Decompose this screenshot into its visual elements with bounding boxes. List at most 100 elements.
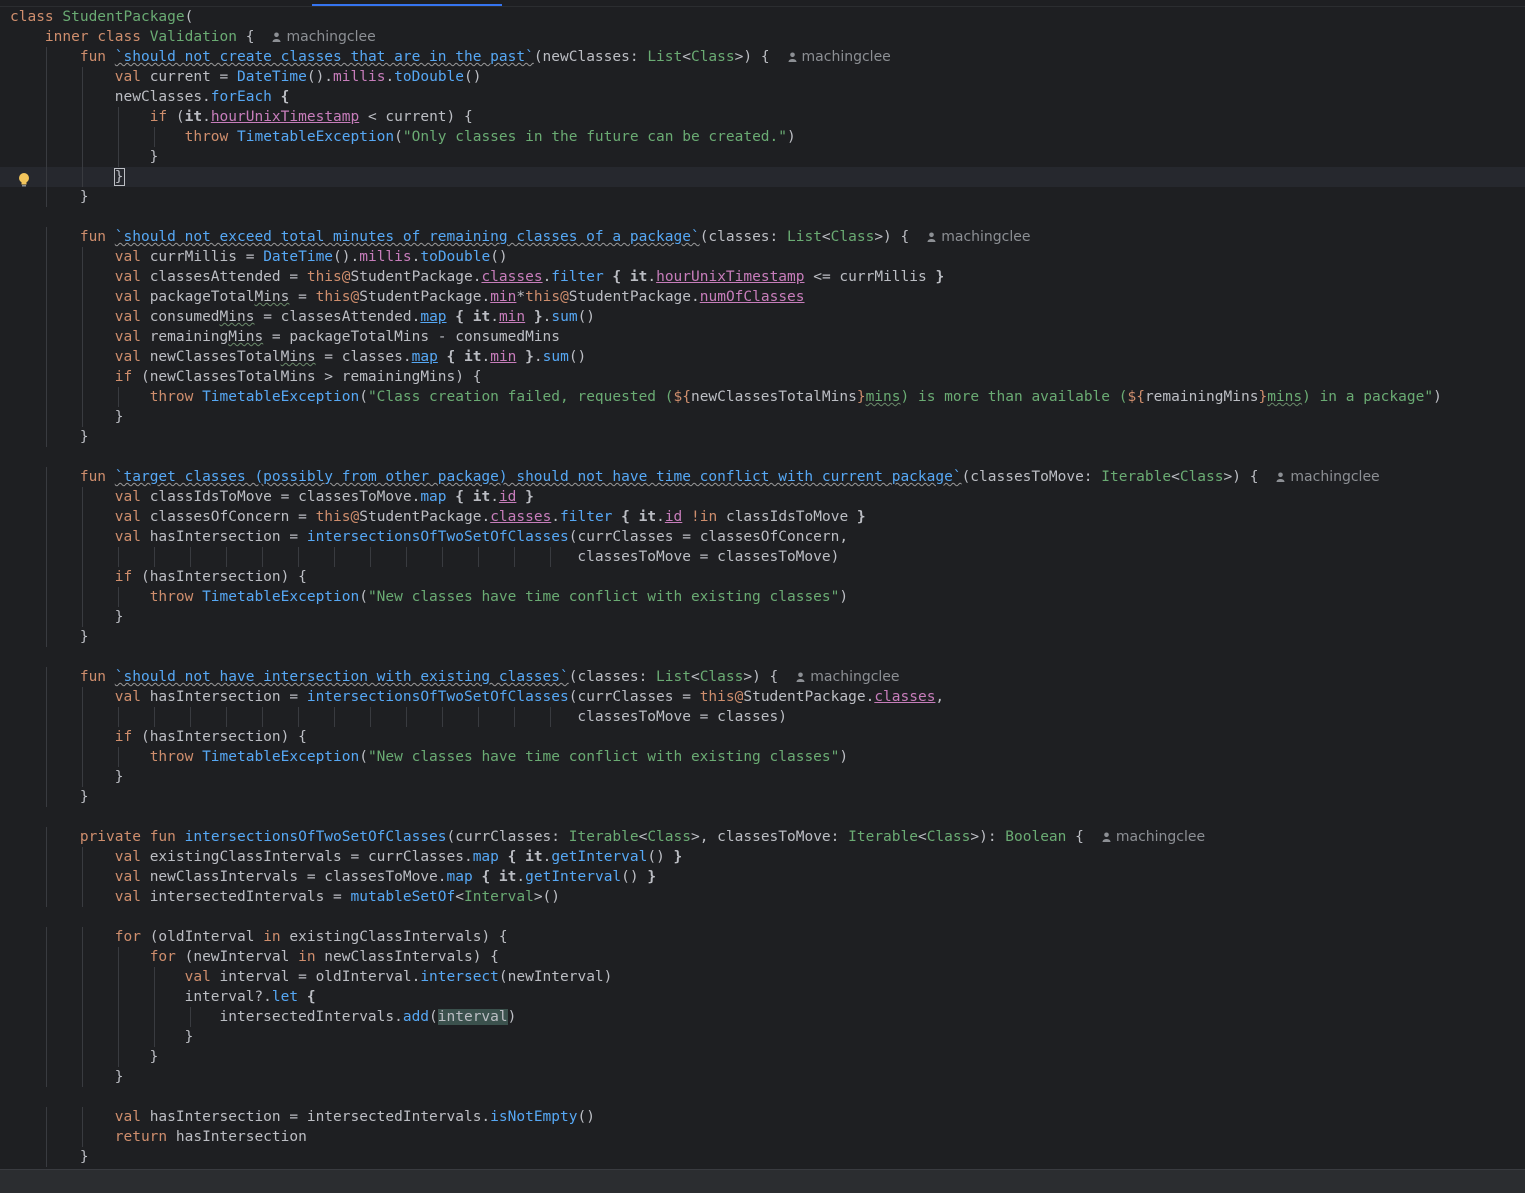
code-line[interactable]: class StudentPackage( — [0, 7, 1525, 27]
code-line[interactable]: for (oldInterval in existingClassInterva… — [0, 927, 1525, 947]
code-line[interactable]: } — [0, 607, 1525, 627]
author-hint[interactable]: machingclee — [927, 229, 1030, 245]
code-line[interactable]: classesToMove = classes) — [0, 707, 1525, 727]
user-icon — [272, 32, 281, 42]
code-text: } — [10, 789, 89, 805]
code-line[interactable]: } — [0, 167, 1525, 187]
code-line[interactable]: for (newInterval in newClassIntervals) { — [0, 947, 1525, 967]
code-line[interactable]: classesToMove = classesToMove) — [0, 547, 1525, 567]
code-line[interactable]: } — [0, 147, 1525, 167]
code-line[interactable]: } — [0, 767, 1525, 787]
author-hint[interactable]: machingclee — [1276, 469, 1380, 485]
lightbulb-icon[interactable] — [18, 172, 30, 188]
code-line[interactable]: val classIdsToMove = classesToMove.map {… — [0, 487, 1525, 507]
code-editor[interactable]: class StudentPackage( inner class Valida… — [0, 7, 1525, 1169]
code-line[interactable]: val currMillis = DateTime().millis.toDou… — [0, 247, 1525, 267]
code-line[interactable]: val interval = oldInterval.intersect(new… — [0, 967, 1525, 987]
author-hint[interactable]: machingclee — [788, 49, 891, 65]
code-line[interactable]: val newClassIntervals = classesToMove.ma… — [0, 867, 1525, 887]
code-text: } — [10, 1049, 159, 1065]
user-icon — [1276, 472, 1285, 482]
code-text: throw TimetableException("New classes ha… — [149, 589, 849, 605]
code-text: return hasIntersection — [114, 1129, 307, 1145]
code-line[interactable]: if (hasIntersection) { — [0, 567, 1525, 587]
code-line[interactable]: val classesOfConcern = this@StudentPacka… — [0, 507, 1525, 527]
code-line[interactable]: newClasses.forEach { — [0, 87, 1525, 107]
code-line[interactable]: if (it.hourUnixTimestamp < current) { — [0, 107, 1525, 127]
code-line[interactable]: } — [0, 1027, 1525, 1047]
code-text: newClasses.forEach { — [10, 89, 290, 105]
code-line[interactable]: } — [0, 427, 1525, 447]
code-line[interactable]: val hasIntersection = intersectionsOfTwo… — [0, 527, 1525, 547]
code-line[interactable]: val newClassesTotalMins = classes.map { … — [0, 347, 1525, 367]
code-line[interactable]: } — [0, 187, 1525, 207]
code-line[interactable]: } — [0, 627, 1525, 647]
code-line[interactable]: val remainingMins = packageTotalMins - c… — [0, 327, 1525, 347]
code-text: } — [10, 189, 89, 205]
code-line[interactable]: fun `should not have intersection with e… — [0, 667, 1525, 687]
code-line[interactable] — [0, 647, 1525, 667]
code-text: } — [10, 629, 89, 645]
code-line[interactable]: intersectedIntervals.add(interval) — [0, 1007, 1525, 1027]
code-line[interactable]: } — [0, 1047, 1525, 1067]
code-text: val classIdsToMove = classesToMove.map {… — [114, 489, 534, 505]
code-text: val hasIntersection = intersectionsOfTwo… — [114, 529, 849, 545]
code-line[interactable]: val current = DateTime().millis.toDouble… — [0, 67, 1525, 87]
code-text: val classesOfConcern = this@StudentPacka… — [114, 509, 866, 525]
code-text: classesToMove = classesToMove) — [10, 549, 840, 565]
code-text: interval?.let { — [10, 989, 316, 1005]
code-text: } — [10, 149, 159, 165]
code-text: inner class Validation {machingclee — [44, 29, 376, 45]
code-text: val newClassesTotalMins = classes.map { … — [114, 349, 587, 365]
author-hint[interactable]: machingclee — [272, 29, 376, 45]
code-line[interactable] — [0, 907, 1525, 927]
code-line[interactable]: val intersectedIntervals = mutableSetOf<… — [0, 887, 1525, 907]
code-text: class StudentPackage( — [10, 9, 194, 25]
code-text: for (oldInterval in existingClassInterva… — [114, 929, 508, 945]
code-text: throw TimetableException("New classes ha… — [149, 749, 849, 765]
code-line[interactable]: private fun intersectionsOfTwoSetOfClass… — [0, 827, 1525, 847]
code-line[interactable]: throw TimetableException("Only classes i… — [0, 127, 1525, 147]
author-hint[interactable]: machingclee — [796, 669, 900, 685]
user-icon — [788, 52, 797, 62]
code-line[interactable] — [0, 1087, 1525, 1107]
code-line[interactable] — [0, 447, 1525, 467]
code-line[interactable]: fun `should not create classes that are … — [0, 47, 1525, 67]
code-text: val packageTotalMins = this@StudentPacka… — [114, 289, 805, 305]
code-line[interactable] — [0, 807, 1525, 827]
code-text: val hasIntersection = intersectionsOfTwo… — [114, 689, 945, 705]
code-line[interactable]: val consumedMins = classesAttended.map {… — [0, 307, 1525, 327]
code-line[interactable]: inner class Validation {machingclee — [0, 27, 1525, 47]
code-line[interactable]: interval?.let { — [0, 987, 1525, 1007]
code-line[interactable]: throw TimetableException("New classes ha… — [0, 587, 1525, 607]
code-line[interactable]: } — [0, 1067, 1525, 1087]
code-line[interactable]: if (hasIntersection) { — [0, 727, 1525, 747]
user-icon — [796, 672, 805, 682]
author-hint[interactable]: machingclee — [1102, 829, 1205, 845]
code-line[interactable]: throw TimetableException("Class creation… — [0, 387, 1525, 407]
code-text: if (it.hourUnixTimestamp < current) { — [149, 109, 473, 125]
code-text: classesToMove = classes) — [10, 709, 787, 725]
code-line[interactable]: fun `target classes (possibly from other… — [0, 467, 1525, 487]
code-line[interactable]: fun `should not exceed total minutes of … — [0, 227, 1525, 247]
code-line[interactable]: throw TimetableException("New classes ha… — [0, 747, 1525, 767]
code-text: val interval = oldInterval.intersect(new… — [184, 969, 613, 985]
code-line[interactable]: val hasIntersection = intersectionsOfTwo… — [0, 687, 1525, 707]
code-line[interactable]: } — [0, 407, 1525, 427]
code-text: } — [10, 769, 124, 785]
code-line[interactable]: val packageTotalMins = this@StudentPacka… — [0, 287, 1525, 307]
code-line[interactable]: } — [0, 1147, 1525, 1167]
code-text: val consumedMins = classesAttended.map {… — [114, 309, 596, 325]
code-text: } — [10, 1149, 89, 1165]
code-line[interactable]: val existingClassIntervals = currClasses… — [0, 847, 1525, 867]
code-line[interactable]: if (newClassesTotalMins > remainingMins)… — [0, 367, 1525, 387]
code-line[interactable]: val classesAttended = this@StudentPackag… — [0, 267, 1525, 287]
code-line[interactable]: val hasIntersection = intersectedInterva… — [0, 1107, 1525, 1127]
code-text: val newClassIntervals = classesToMove.ma… — [114, 869, 657, 885]
code-line[interactable]: } — [0, 787, 1525, 807]
code-line[interactable] — [0, 207, 1525, 227]
code-line[interactable]: return hasIntersection — [0, 1127, 1525, 1147]
code-text: if (hasIntersection) { — [114, 729, 307, 745]
editor-tab-bar — [0, 0, 1525, 7]
code-text: } — [10, 609, 124, 625]
